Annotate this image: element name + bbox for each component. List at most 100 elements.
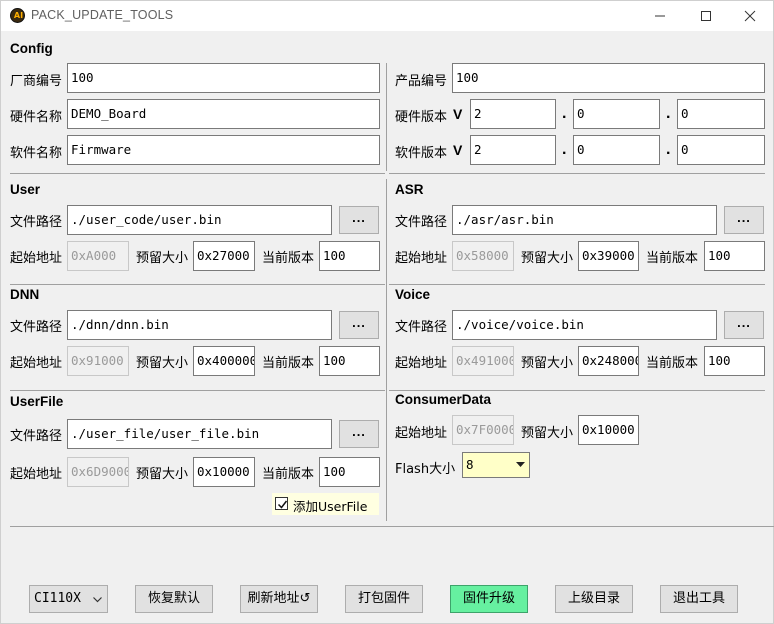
userfile-browse-button[interactable]: ... [339, 420, 379, 448]
chevron-down-icon [516, 462, 525, 467]
maximize-button[interactable] [683, 1, 729, 31]
user-path-label: 文件路径 [10, 215, 63, 230]
consumer-start-addr-field: 0x7F0000 [452, 415, 514, 445]
voice-browse-button[interactable]: ... [724, 311, 764, 339]
dnn-version-label: 当前版本 [262, 356, 315, 371]
minimize-button[interactable] [637, 1, 683, 31]
asr-reserve-input[interactable]: 0x39000 [578, 241, 639, 271]
main-content: Config 厂商编号 100 硬件名称 DEMO_Board 软件名称 Fir… [1, 31, 774, 623]
hw-version-v-marker: V [453, 106, 463, 122]
vendor-input[interactable]: 100 [67, 63, 380, 93]
refresh-address-button[interactable]: 刷新地址↺ [240, 585, 318, 613]
window-title: PACK_UPDATE_TOOLS [31, 8, 174, 22]
close-icon [744, 10, 756, 22]
firmware-upgrade-button[interactable]: 固件升级 [450, 585, 528, 613]
section-divider [10, 173, 385, 174]
parent-directory-button[interactable]: 上级目录 [555, 585, 633, 613]
chip-select[interactable]: CI110X [29, 585, 108, 613]
hw-version-label: 硬件版本 [395, 110, 448, 125]
asr-version-label: 当前版本 [646, 251, 699, 266]
title-bar: AI PACK_UPDATE_TOOLS [1, 1, 773, 31]
consumer-title: ConsumerData [395, 392, 492, 407]
userfile-version-label: 当前版本 [262, 467, 315, 482]
voice-path-input[interactable]: ./voice/voice.bin [452, 310, 717, 340]
hw-version-major-input[interactable]: 2 [470, 99, 556, 129]
user-start-addr-field: 0xA000 [67, 241, 129, 271]
dnn-title: DNN [10, 287, 40, 302]
user-reserve-input[interactable]: 0x27000 [193, 241, 255, 271]
sw-version-patch-input[interactable]: 0 [677, 135, 765, 165]
dnn-reserve-label: 预留大小 [136, 356, 189, 371]
dnn-path-input[interactable]: ./dnn/dnn.bin [67, 310, 332, 340]
consumer-start-addr-label: 起始地址 [395, 426, 448, 441]
voice-title: Voice [395, 287, 431, 302]
userfile-reserve-input[interactable]: 0x10000 [193, 457, 255, 487]
maximize-icon [701, 11, 711, 21]
flash-size-select[interactable]: 8 [462, 452, 530, 478]
sw-version-label: 软件版本 [395, 146, 448, 161]
asr-version-input[interactable]: 100 [704, 241, 765, 271]
user-browse-button[interactable]: ... [339, 206, 379, 234]
userfile-path-input[interactable]: ./user_file/user_file.bin [67, 419, 332, 449]
user-version-input[interactable]: 100 [319, 241, 380, 271]
consumer-reserve-input[interactable]: 0x10000 [578, 415, 639, 445]
add-userfile-checkbox[interactable] [275, 497, 288, 510]
add-userfile-checkbox-row[interactable]: 添加UserFile [272, 493, 379, 515]
dnn-browse-button[interactable]: ... [339, 311, 379, 339]
voice-reserve-input[interactable]: 0x248000 [578, 346, 639, 376]
voice-path-label: 文件路径 [395, 320, 448, 335]
userfile-start-addr-label: 起始地址 [10, 467, 63, 482]
exit-tool-button[interactable]: 退出工具 [660, 585, 738, 613]
restore-default-button[interactable]: 恢复默认 [135, 585, 213, 613]
dnn-reserve-input[interactable]: 0x400000 [193, 346, 255, 376]
user-title: User [10, 182, 41, 197]
asr-path-label: 文件路径 [395, 215, 448, 230]
sw-version-dot: . [562, 141, 567, 158]
userfile-version-input[interactable]: 100 [319, 457, 380, 487]
asr-browse-button[interactable]: ... [724, 206, 764, 234]
config-divider [386, 63, 387, 171]
dnn-version-input[interactable]: 100 [319, 346, 380, 376]
userfile-start-addr-field: 0x6D9000 [67, 457, 129, 487]
consumer-reserve-label: 预留大小 [521, 426, 574, 441]
close-button[interactable] [727, 1, 773, 31]
sw-version-minor-input[interactable]: 0 [573, 135, 660, 165]
sw-version-v-marker: V [453, 142, 463, 158]
userfile-path-label: 文件路径 [10, 429, 63, 444]
voice-start-addr-label: 起始地址 [395, 356, 448, 371]
sw-name-input[interactable]: Firmware [67, 135, 380, 165]
user-start-addr-label: 起始地址 [10, 251, 63, 266]
sw-version-major-input[interactable]: 2 [470, 135, 556, 165]
product-input[interactable]: 100 [452, 63, 765, 93]
checkmark-icon [277, 500, 288, 509]
vendor-label: 厂商编号 [10, 74, 63, 89]
chip-select-value: CI110X [34, 591, 81, 606]
chevron-down-icon [93, 597, 102, 603]
userfile-title: UserFile [10, 394, 64, 409]
section-divider [10, 284, 385, 285]
minimize-icon [655, 15, 665, 17]
section-divider [389, 390, 765, 391]
hw-version-dot: . [562, 105, 567, 122]
product-label: 产品编号 [395, 74, 448, 89]
add-userfile-label: 添加UserFile [293, 499, 368, 514]
hw-version-patch-input[interactable]: 0 [677, 99, 765, 129]
hw-version-minor-input[interactable]: 0 [573, 99, 660, 129]
column-divider [386, 179, 387, 521]
hw-name-input[interactable]: DEMO_Board [67, 99, 380, 129]
app-logo-icon: AI [10, 8, 25, 23]
voice-start-addr-field: 0x491000 [452, 346, 514, 376]
asr-path-input[interactable]: ./asr/asr.bin [452, 205, 717, 235]
voice-version-label: 当前版本 [646, 356, 699, 371]
user-path-input[interactable]: ./user_code/user.bin [67, 205, 332, 235]
app-window: AI PACK_UPDATE_TOOLS Config 厂商编号 100 硬件名… [0, 0, 774, 624]
section-divider [389, 173, 765, 174]
userfile-reserve-label: 预留大小 [136, 467, 189, 482]
hw-version-dot: . [666, 105, 671, 122]
pack-firmware-button[interactable]: 打包固件 [345, 585, 423, 613]
user-version-label: 当前版本 [262, 251, 315, 266]
asr-title: ASR [395, 182, 424, 197]
hw-name-label: 硬件名称 [10, 110, 63, 125]
voice-version-input[interactable]: 100 [704, 346, 765, 376]
asr-start-addr-field: 0x58000 [452, 241, 514, 271]
